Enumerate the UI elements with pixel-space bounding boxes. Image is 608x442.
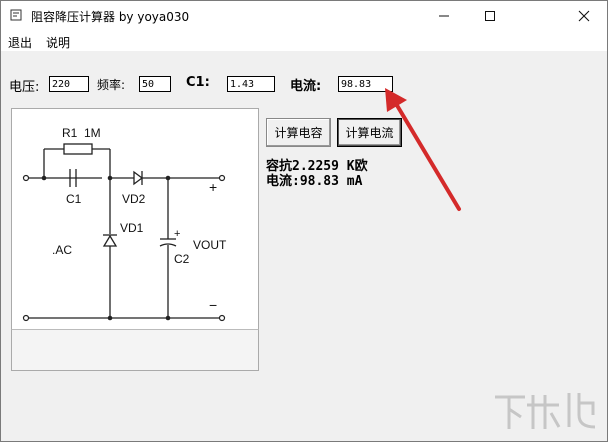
r1-value: 1M bbox=[84, 126, 101, 140]
vout-label: VOUT bbox=[193, 238, 227, 252]
plus-terminal-label: + bbox=[209, 179, 217, 195]
window-title: 阻容降压计算器 by yoya030 bbox=[31, 10, 190, 24]
vd2-label: VD2 bbox=[122, 192, 146, 206]
menu-bar: 退出 说明 bbox=[1, 31, 607, 51]
circuit-diagram: R1 1M C1 VD2 VD1 C2 VOUT .AC + − + bbox=[22, 126, 227, 322]
c1-input[interactable]: 1.43 bbox=[227, 76, 275, 92]
c1-label: C1: bbox=[186, 75, 210, 90]
app-window: 阻容降压计算器 by yoya030 退出 说明 电压: 220 频率: 50 … bbox=[0, 0, 608, 442]
circuit-panel-footer bbox=[11, 329, 259, 371]
voltage-label: 电压: bbox=[9, 80, 40, 95]
menu-help[interactable]: 说明 bbox=[46, 34, 70, 51]
maximize-icon bbox=[485, 11, 495, 21]
calc-capacitance-button[interactable]: 计算电容 bbox=[266, 118, 331, 147]
minimize-button[interactable] bbox=[421, 1, 467, 31]
watermark-logo bbox=[495, 393, 596, 429]
vd1-label: VD1 bbox=[120, 221, 144, 235]
maximize-button[interactable] bbox=[467, 1, 513, 31]
app-icon bbox=[10, 9, 22, 21]
r1-label: R1 bbox=[62, 126, 78, 140]
minus-terminal-label: − bbox=[209, 297, 217, 313]
minimize-icon bbox=[439, 15, 449, 17]
annotation-arrow bbox=[385, 88, 461, 211]
title-bar: 阻容降压计算器 by yoya030 bbox=[1, 1, 607, 31]
close-icon bbox=[578, 10, 590, 22]
c1-circuit-label: C1 bbox=[66, 192, 82, 206]
ac-label: .AC bbox=[52, 243, 72, 257]
current-label: 电流: bbox=[290, 79, 322, 94]
menu-exit[interactable]: 退出 bbox=[8, 34, 32, 51]
close-button[interactable] bbox=[561, 1, 607, 31]
c2-label: C2 bbox=[174, 252, 190, 266]
current-result: 电流:98.83 mA bbox=[266, 174, 363, 189]
frequency-label: 频率: bbox=[97, 78, 126, 92]
voltage-input[interactable]: 220 bbox=[49, 76, 89, 92]
frequency-input[interactable]: 50 bbox=[139, 76, 171, 92]
c2-plus-label: + bbox=[174, 228, 180, 240]
